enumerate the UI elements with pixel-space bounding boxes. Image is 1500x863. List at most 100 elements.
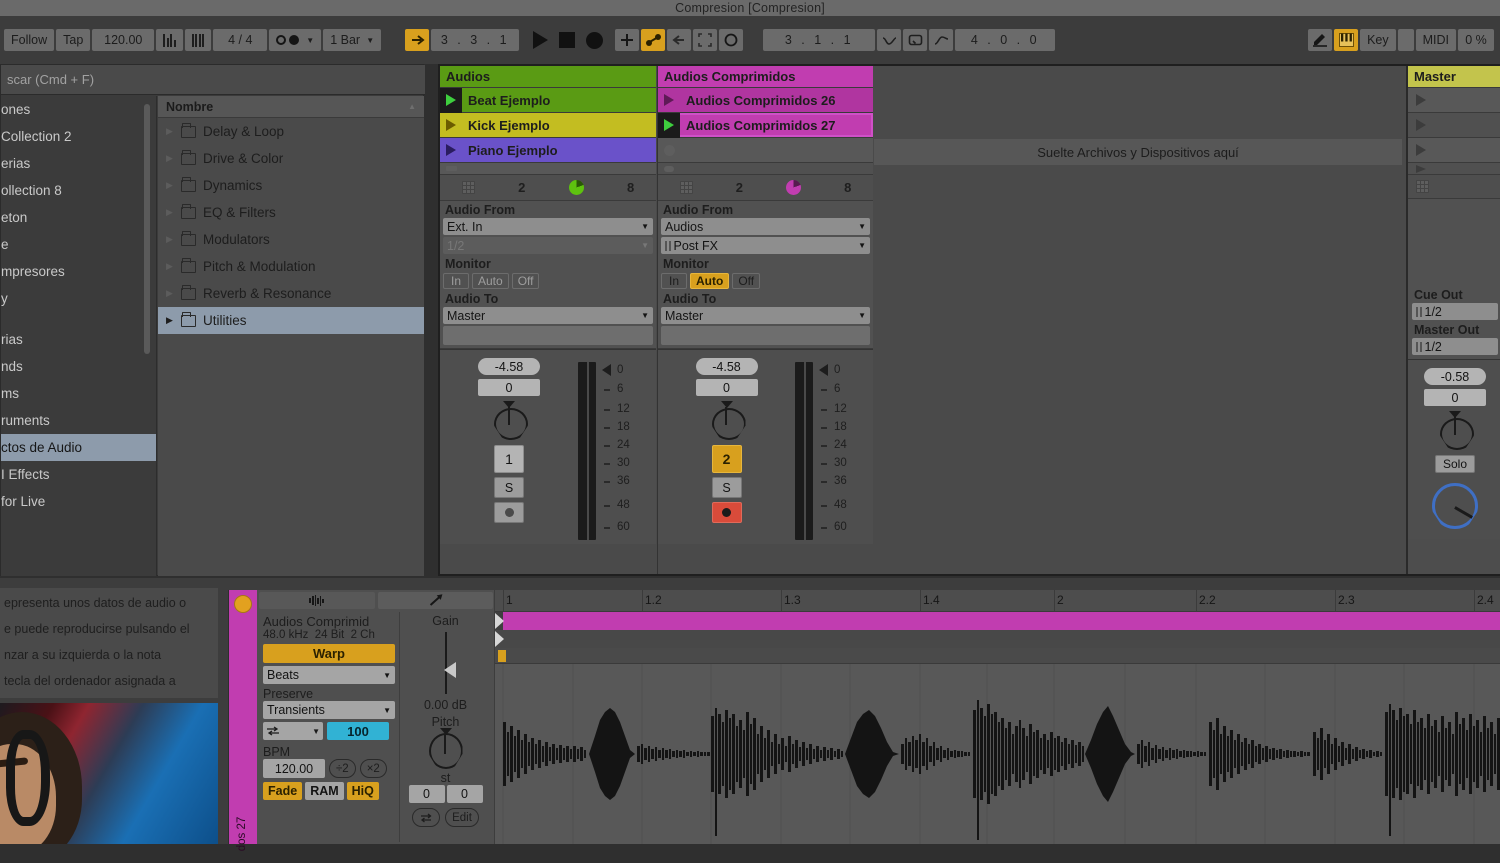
clip-play-icon[interactable]: [440, 113, 462, 138]
loop-start-field[interactable]: 3 . 1 . 1: [763, 29, 876, 51]
sidebar-item-3[interactable]: ollection 8: [1, 177, 156, 204]
midi-map-button[interactable]: MIDI: [1415, 29, 1456, 51]
monitor-auto-button[interactable]: Auto: [472, 273, 509, 289]
time-signature-field[interactable]: 4 / 4: [213, 29, 268, 51]
track-volume-value[interactable]: -4.58: [478, 358, 540, 375]
key-map-button[interactable]: Key: [1360, 29, 1396, 51]
folder-row-utilities[interactable]: ▶ Utilities: [158, 307, 424, 334]
sidebar-item-audio-effects[interactable]: ctos de Audio: [1, 434, 156, 461]
audio-from-select[interactable]: Ext. In ▼: [443, 218, 653, 235]
clip-play-icon[interactable]: [440, 87, 462, 113]
audio-to-select[interactable]: Master ▼: [443, 307, 653, 324]
bpm-halve-button[interactable]: ÷2: [329, 759, 356, 778]
clip-stop-icon[interactable]: [658, 163, 680, 175]
audio-from-channel-select[interactable]: Post FX ▼: [661, 237, 870, 254]
audio-from-channel-select[interactable]: 1/2 ▼: [443, 237, 653, 254]
tempo-field[interactable]: 120.00: [92, 29, 155, 51]
folder-row[interactable]: ▶ Dynamics: [158, 172, 424, 199]
draw-mode-icon[interactable]: [1308, 29, 1333, 51]
chevron-right-icon[interactable]: ▶: [166, 261, 174, 272]
sidebar-item-1[interactable]: Collection 2: [1, 123, 156, 150]
track-arm-button[interactable]: [494, 502, 524, 523]
track-solo-button[interactable]: S: [494, 477, 524, 498]
track-volume-value[interactable]: -4.58: [695, 358, 758, 375]
master-out-select[interactable]: 1/2: [1412, 338, 1498, 355]
folder-row[interactable]: ▶ Delay & Loop: [158, 118, 424, 145]
track-number-button[interactable]: 1: [494, 445, 524, 473]
arrangement-position-field[interactable]: 3 . 3 . 1: [431, 29, 520, 51]
loop-region[interactable]: [503, 612, 1500, 630]
clip-slot-empty[interactable]: [440, 163, 656, 175]
master-volume-value[interactable]: -0.58: [1424, 368, 1486, 385]
monitor-in-button[interactable]: In: [443, 273, 469, 289]
scene-launch-slot[interactable]: [1408, 88, 1500, 113]
chevron-right-icon[interactable]: ▶: [166, 207, 174, 218]
sidebar-item-4[interactable]: eton: [1, 204, 156, 231]
clip-stop-icon[interactable]: [658, 138, 680, 163]
clip-slot-empty[interactable]: [658, 138, 873, 163]
browser-search-input[interactable]: scar (Cmd + F): [1, 65, 425, 95]
cue-out-select[interactable]: 1/2: [1412, 303, 1498, 320]
sidebar-item-0[interactable]: ones: [1, 96, 156, 123]
sidebar-item-7[interactable]: y: [1, 285, 156, 312]
chevron-right-icon[interactable]: ▶: [166, 315, 174, 326]
gain-slider[interactable]: [443, 632, 456, 694]
clip-play-icon[interactable]: [440, 138, 462, 163]
content-column-header[interactable]: Nombre ▲: [158, 96, 424, 118]
launch-quantization-select[interactable]: 1 Bar ▼: [323, 29, 382, 51]
track-stop-all-icon[interactable]: [679, 181, 693, 194]
master-pan-knob[interactable]: [1438, 411, 1472, 447]
ram-toggle[interactable]: RAM: [305, 782, 344, 800]
track-stop-all-icon[interactable]: [461, 181, 475, 194]
clip-slot-audios-comprimidos-27[interactable]: Audios Comprimidos 27: [658, 112, 873, 138]
track-pan-value[interactable]: 0: [695, 379, 758, 396]
record-quantize-icon[interactable]: ▼: [269, 29, 322, 51]
pitch-cents-value[interactable]: 0: [446, 785, 483, 803]
scene-launch-slot[interactable]: [1408, 163, 1500, 175]
track-title-audios-comprimidos[interactable]: Audios Comprimidos: [658, 66, 873, 88]
folder-row[interactable]: ▶ Modulators: [158, 226, 424, 253]
new-button[interactable]: [615, 29, 640, 51]
sidebar-item-11[interactable]: ruments: [1, 407, 156, 434]
clip-slot-piano-ejemplo[interactable]: Piano Ejemplo: [440, 138, 656, 163]
sidebar-item-5[interactable]: e: [1, 231, 156, 258]
metronome-icon[interactable]: [156, 29, 183, 51]
punch-in-icon[interactable]: [877, 29, 902, 51]
track-pan-value[interactable]: 0: [478, 379, 540, 396]
sidebar-item-6[interactable]: mpresores: [1, 258, 156, 285]
arrangement-loop-jump-icon[interactable]: [405, 29, 430, 51]
clip-start-marker[interactable]: [495, 631, 504, 647]
clip-slot-kick-ejemplo[interactable]: Kick Ejemplo: [440, 113, 656, 138]
audio-to-channel-select[interactable]: [661, 326, 870, 345]
automation-arm-icon[interactable]: [641, 29, 666, 51]
transient-envelope-value[interactable]: 100: [327, 722, 389, 740]
clip-slot-beat-ejemplo[interactable]: Beat Ejemplo: [440, 87, 656, 113]
sidebar-item-9[interactable]: nds: [1, 353, 156, 380]
warp-mode-select[interactable]: Beats ▼: [263, 666, 395, 684]
pitch-semitones-value[interactable]: 0: [408, 785, 445, 803]
gain-slider-handle[interactable]: [443, 662, 456, 678]
audio-from-select[interactable]: Audios ▼: [661, 218, 870, 235]
sidebar-scrollbar[interactable]: [144, 104, 150, 354]
sidebar-item-2[interactable]: erias: [1, 150, 156, 177]
clip-stop-icon[interactable]: [440, 163, 462, 175]
clip-start-bar[interactable]: [495, 630, 1500, 648]
edit-button[interactable]: Edit: [445, 808, 479, 827]
reverse-button[interactable]: [412, 808, 441, 827]
computer-midi-keyboard-icon[interactable]: [1334, 29, 1359, 51]
preserve-mode-select[interactable]: Transients ▼: [263, 701, 395, 719]
chevron-right-icon[interactable]: ▶: [166, 288, 174, 299]
chevron-right-icon[interactable]: ▶: [166, 126, 174, 137]
track-arm-button[interactable]: [711, 502, 742, 523]
track-solo-button[interactable]: S: [711, 477, 742, 498]
play-icon[interactable]: [533, 31, 549, 49]
sidebar-item-13[interactable]: I Effects: [1, 461, 156, 488]
monitor-off-button[interactable]: Off: [511, 273, 540, 289]
warp-toggle-button[interactable]: Warp: [263, 644, 395, 663]
bpm-double-button[interactable]: ×2: [359, 759, 387, 778]
folder-row[interactable]: ▶ Reverb & Resonance: [158, 280, 424, 307]
clip-slot-empty[interactable]: [658, 163, 873, 175]
folder-row[interactable]: ▶ Drive & Color: [158, 145, 424, 172]
track-pan-knob[interactable]: [492, 401, 526, 437]
transient-loop-mode-select[interactable]: ▼: [263, 722, 323, 740]
